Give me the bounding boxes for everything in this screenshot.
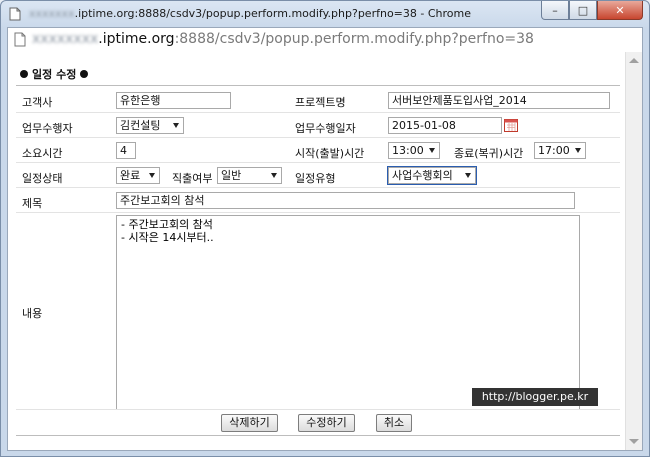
maximize-icon: □ (577, 3, 589, 17)
vertical-scrollbar[interactable] (625, 52, 642, 450)
form-heading: 일정 수정 (32, 68, 77, 81)
window-title: xxxxxxx.iptime.org:8888/csdv3/popup.perf… (29, 7, 471, 20)
subject-label: 제목 (22, 197, 43, 210)
start-time-label: 시작(출발)시간 (295, 147, 365, 160)
status-select[interactable]: 완료 (116, 167, 160, 184)
body-label: 내용 (22, 307, 43, 320)
start-time-value: 13:00 (392, 144, 424, 157)
url-text: xxxxxxxx.iptime.org:8888/csdv3/popup.per… (32, 31, 534, 47)
url-path: :8888/csdv3/popup.perform.modify.php?per… (174, 31, 534, 47)
page-icon (14, 32, 26, 47)
customer-label: 고객사 (22, 96, 53, 109)
customer-input[interactable]: 유한은행 (116, 92, 231, 109)
subject-input[interactable]: 주간보고회의 참석 (116, 192, 575, 209)
perform-date-label: 업무수행일자 (295, 122, 356, 135)
minimize-icon: – (552, 3, 558, 17)
dropdown-arrow-icon (465, 173, 471, 178)
status-label: 일정상태 (22, 172, 63, 185)
direct-return-select[interactable]: 일반 (217, 167, 282, 184)
dropdown-arrow-icon (429, 148, 435, 153)
scroll-down-arrow-icon[interactable] (629, 439, 639, 444)
url-host: .iptime.org (98, 31, 175, 47)
watermark-label: http://blogger.pe.kr (472, 388, 598, 406)
modify-button[interactable]: 수정하기 (298, 414, 355, 432)
bullet-icon (80, 70, 89, 78)
dropdown-arrow-icon (149, 173, 155, 178)
direct-return-label: 직출여부 (172, 172, 213, 185)
divider (16, 85, 620, 86)
duration-input[interactable]: 4 (116, 142, 136, 159)
divider (16, 212, 620, 213)
direct-return-value: 일반 (221, 169, 242, 182)
calendar-icon[interactable] (504, 118, 518, 132)
dropdown-arrow-icon (575, 148, 581, 153)
dropdown-arrow-icon (173, 123, 179, 128)
document-icon (9, 7, 21, 21)
bullet-icon (20, 70, 28, 78)
title-bar[interactable]: xxxxxxx.iptime.org:8888/csdv3/popup.perf… (1, 1, 649, 27)
status-value: 완료 (120, 169, 141, 182)
scroll-up-arrow-icon[interactable] (629, 58, 639, 63)
perform-date-input[interactable]: 2015-01-08 (388, 117, 502, 134)
close-icon: ✕ (615, 3, 625, 17)
window-title-text: .iptime.org:8888/csdv3/popup.perform.mod… (74, 7, 471, 20)
dropdown-arrow-icon (271, 173, 277, 178)
performer-label: 업무수행자 (22, 122, 73, 135)
performer-select[interactable]: 김컨설팅 (116, 117, 184, 134)
end-time-value: 17:00 (538, 144, 570, 157)
divider (16, 137, 620, 138)
divider (16, 112, 620, 113)
performer-value: 김컨설팅 (120, 119, 161, 132)
form-title: 일정 수정 (20, 66, 89, 82)
schedule-type-value: 사업수행회의 (392, 169, 453, 182)
cancel-button[interactable]: 취소 (376, 414, 412, 432)
window-controls: – □ ✕ (541, 1, 643, 21)
duration-label: 소요시간 (22, 147, 63, 160)
url-blurred: xxxxxxxx (32, 31, 99, 47)
body-textarea[interactable]: - 주간보고회의 참석 - 시작은 14시부터.. (116, 215, 580, 410)
minimize-button[interactable]: – (541, 1, 569, 20)
schedule-type-select[interactable]: 사업수행회의 (387, 166, 477, 185)
start-time-select[interactable]: 13:00 (388, 142, 440, 159)
divider (16, 187, 620, 188)
divider (16, 409, 620, 410)
end-time-select[interactable]: 17:00 (534, 142, 586, 159)
schedule-type-label: 일정유형 (295, 172, 336, 185)
address-bar[interactable]: xxxxxxxx.iptime.org:8888/csdv3/popup.per… (7, 27, 643, 53)
project-input[interactable]: 서버보안제품도입사업_2014 (388, 92, 610, 109)
end-time-label: 종료(복귀)시간 (454, 147, 524, 160)
blurred-host-prefix: xxxxxxx (29, 7, 75, 20)
divider (16, 162, 620, 163)
divider (16, 435, 620, 436)
delete-button[interactable]: 삭제하기 (221, 414, 278, 432)
close-button[interactable]: ✕ (597, 1, 643, 20)
maximize-button[interactable]: □ (569, 1, 597, 20)
project-label: 프로젝트명 (295, 96, 346, 109)
